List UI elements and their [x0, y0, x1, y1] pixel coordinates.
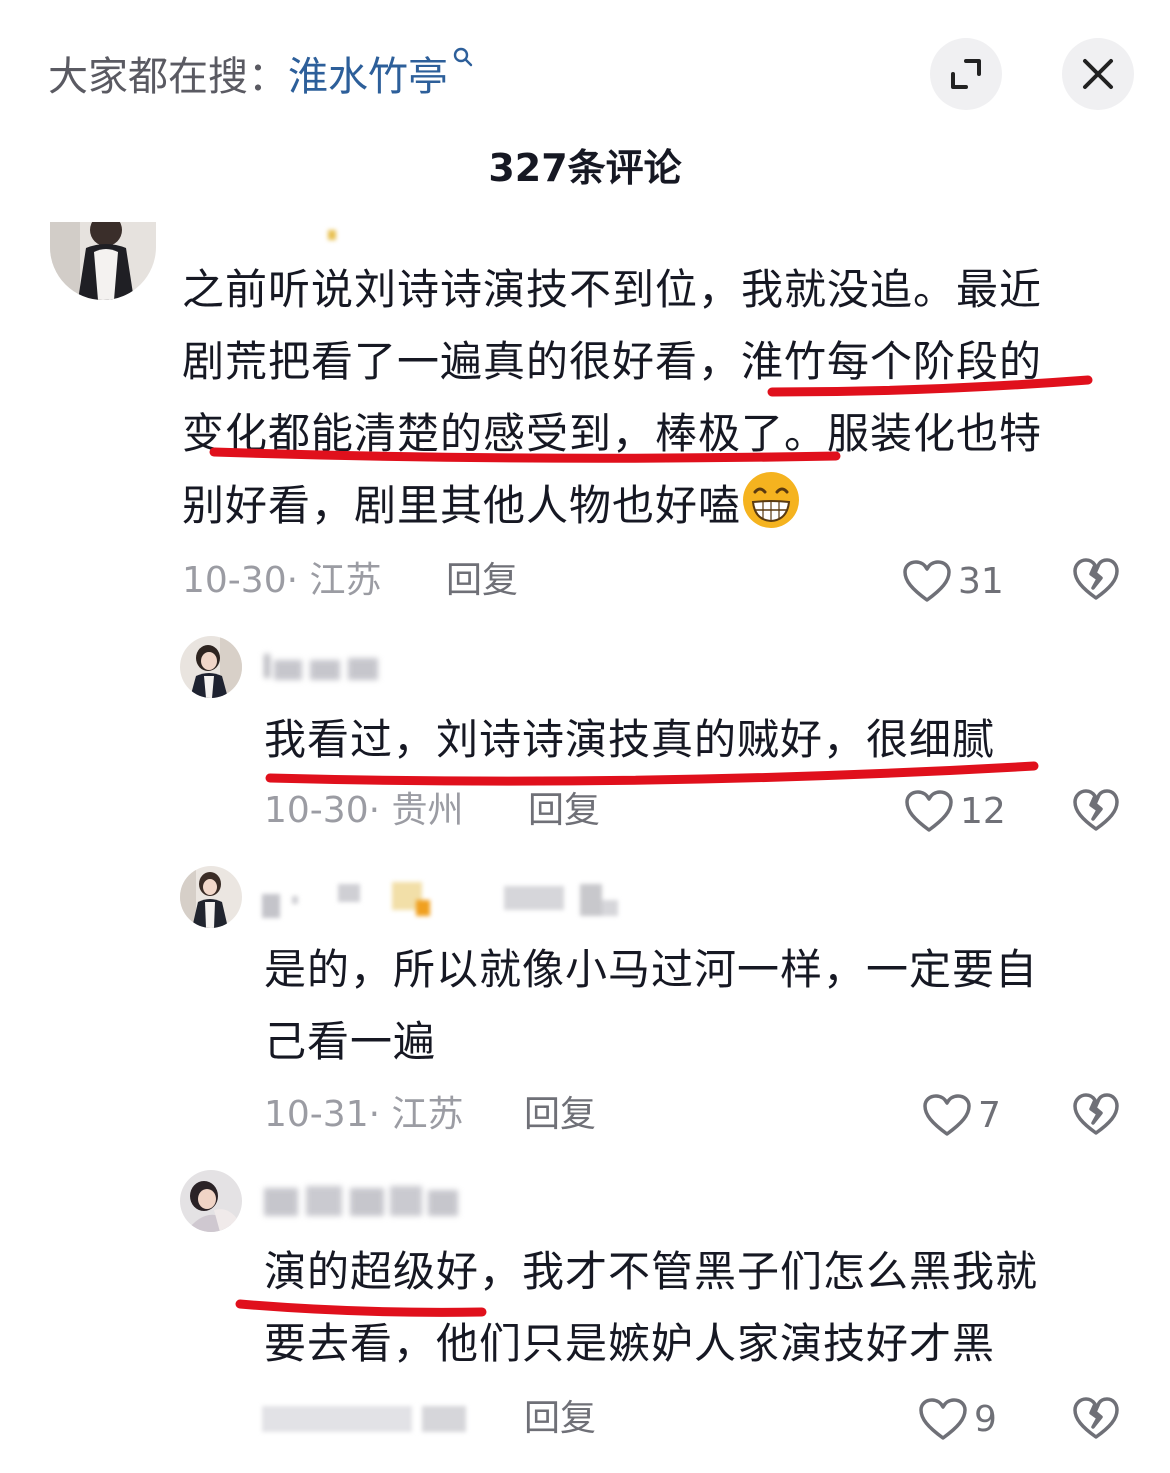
comment-text: 是的，所以就像小马过河一样，一定要自 己看一遍	[264, 934, 1038, 1078]
dislike-button[interactable]	[1072, 557, 1120, 605]
avatar[interactable]	[180, 1170, 242, 1232]
obscured-username	[328, 230, 336, 240]
dislike-button[interactable]	[1072, 788, 1120, 836]
expand-icon	[948, 56, 984, 92]
comment-line: 变化都能清楚的感受到，棒极了。服装化也特	[182, 409, 1043, 458]
expand-button[interactable]	[930, 38, 1002, 110]
obscured-date-location	[262, 1396, 472, 1440]
like-button[interactable]: 9	[918, 1394, 997, 1444]
comment-count-title: 327条评论	[488, 146, 682, 190]
like-count: 7	[978, 1094, 1001, 1136]
heart-icon	[904, 789, 954, 833]
dislike-button[interactable]	[1072, 1092, 1120, 1140]
obscured-username	[262, 880, 622, 920]
comment-date-location: 10-30· 江苏	[182, 560, 382, 601]
comment-date-location: 10-31· 江苏	[264, 1094, 464, 1135]
like-count: 12	[960, 790, 1006, 832]
comment-line: 己看一遍	[264, 1017, 437, 1066]
comment-date-location: 10-30· 贵州	[264, 790, 464, 831]
trending-search-hint[interactable]: 大家都在搜：淮水竹亭	[48, 46, 474, 105]
broken-heart-icon	[1072, 557, 1120, 601]
like-button[interactable]: 7	[922, 1090, 1001, 1140]
obscured-username	[264, 1180, 464, 1228]
comment-line: 剧荒把看了一遍真的很好看，淮竹每个阶段的	[182, 337, 1043, 386]
like-count: 31	[958, 560, 1004, 602]
obscured-username	[264, 648, 380, 690]
broken-heart-icon	[1072, 788, 1120, 832]
comment-line: 演的超级好，我才不管黑子们怎么黑我就	[264, 1247, 1039, 1296]
like-button[interactable]: 12	[904, 786, 1006, 836]
comment-line: 是的，所以就像小马过河一样，一定要自	[264, 945, 1039, 994]
reply-button[interactable]: 回复	[446, 556, 518, 606]
reply-button[interactable]: 回复	[524, 1394, 596, 1444]
close-button[interactable]	[1062, 38, 1134, 110]
avatar[interactable]	[180, 866, 242, 928]
comment-line: 要去看，他们只是嫉妒人家演技好才黑	[264, 1319, 996, 1368]
comment-line: 我看过，刘诗诗演技真的贼好，很细腻	[264, 715, 996, 764]
comment-text: 我看过，刘诗诗演技真的贼好，很细腻	[264, 704, 995, 776]
reply-button[interactable]: 回复	[524, 1090, 596, 1140]
broken-heart-icon	[1072, 1092, 1120, 1136]
comment-text: 之前听说刘诗诗演技不到位，我就没追。最近 剧荒把看了一遍真的很好看，淮竹每个阶段…	[182, 254, 1042, 542]
trending-search-keyword[interactable]: 淮水竹亭	[288, 54, 448, 100]
heart-icon	[922, 1093, 972, 1137]
heart-icon	[902, 559, 952, 603]
dislike-button[interactable]	[1072, 1396, 1120, 1444]
broken-heart-icon	[1072, 1396, 1120, 1440]
close-icon	[1081, 57, 1115, 91]
heart-icon	[918, 1397, 968, 1441]
like-count: 9	[974, 1398, 997, 1440]
comment-line: 之前听说刘诗诗演技不到位，我就没追。最近	[182, 265, 1043, 314]
top-bar: 大家都在搜：淮水竹亭	[0, 0, 1170, 140]
avatar[interactable]	[180, 636, 242, 698]
grin-emoji-icon	[741, 470, 801, 530]
like-button[interactable]: 31	[902, 556, 1004, 606]
comment-text: 演的超级好，我才不管黑子们怎么黑我就 要去看，他们只是嫉妒人家演技好才黑	[264, 1236, 1038, 1380]
avatar[interactable]	[50, 222, 156, 300]
trending-search-label: 大家都在搜：	[48, 54, 288, 100]
comment-line: 别好看，剧里其他人物也好嗑	[182, 481, 742, 530]
search-icon	[452, 46, 474, 68]
reply-button[interactable]: 回复	[528, 786, 600, 836]
